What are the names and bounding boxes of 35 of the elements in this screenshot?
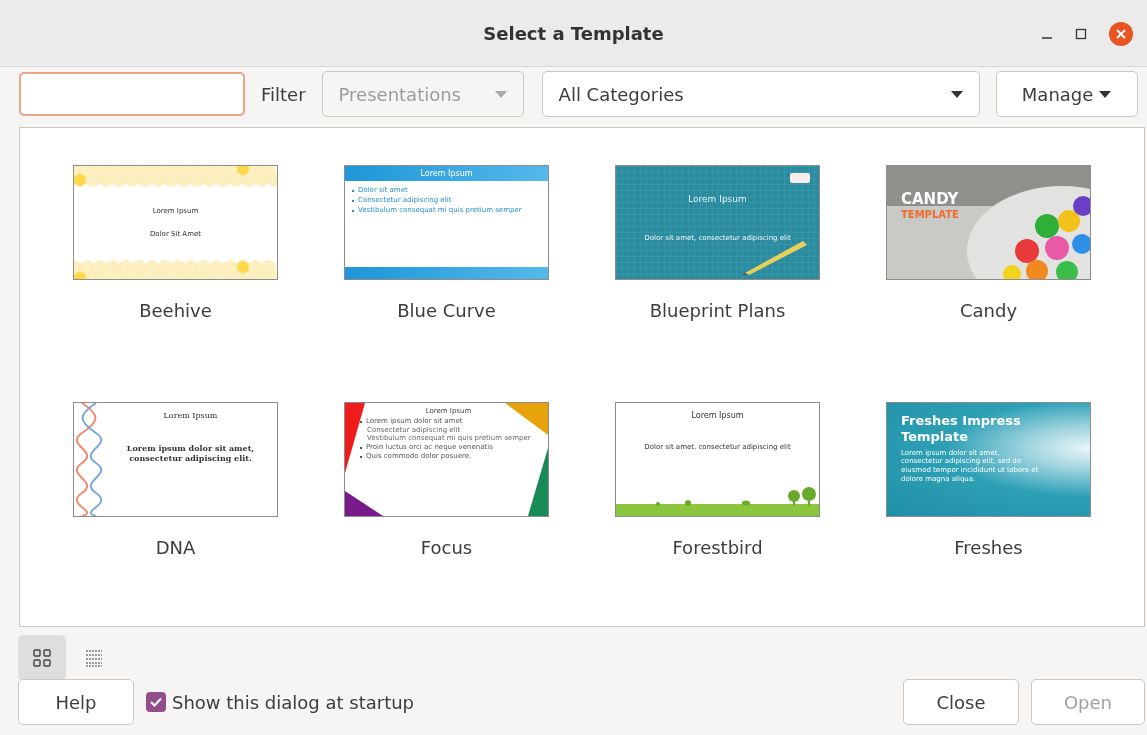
- slide-thumbnail[interactable]: Lorem Ipsum Lorem ipsum dolor sit amet, consectetur adipiscing elit.: [73, 402, 278, 517]
- list-view-icon: [85, 649, 103, 667]
- template-name: Candy: [959, 300, 1018, 321]
- template-name: Blue Curve: [397, 300, 496, 321]
- template-name: Blueprint Plans: [649, 300, 786, 321]
- template-name: Freshes: [954, 537, 1023, 558]
- slide-title: Lorem Ipsum: [691, 411, 744, 421]
- window-title: Select a Template: [483, 22, 664, 44]
- template-name: Beehive: [139, 300, 212, 321]
- checkbox[interactable]: [146, 692, 166, 712]
- filter-label: Filter: [261, 83, 306, 105]
- maximize-icon[interactable]: [1075, 28, 1087, 40]
- caret-icon: [1099, 90, 1112, 98]
- caret-icon: [950, 90, 963, 98]
- caret-icon: [494, 90, 507, 98]
- template-name: Focus: [420, 537, 473, 558]
- slide-title: Lorem Ipsum: [163, 411, 218, 421]
- check-icon: [150, 697, 162, 707]
- slide-title: Lorem Ipsum: [688, 194, 747, 206]
- template-name: Forestbird: [672, 537, 763, 558]
- template-name: DNA: [155, 537, 196, 558]
- slide-title: Freshes Impress Template: [901, 413, 1022, 446]
- eraser-drawing: [789, 172, 811, 184]
- close-button[interactable]: Close: [903, 679, 1019, 725]
- slide-title: Lorem Ipsum: [420, 168, 473, 179]
- slide-subtitle: TEMPLATE: [901, 208, 960, 222]
- grid-view-icon: [33, 649, 51, 667]
- help-button[interactable]: Help: [18, 679, 134, 725]
- category-dropdown[interactable]: All Categories: [541, 71, 980, 117]
- slide-title: CANDY: [901, 190, 960, 209]
- search-field[interactable]: [19, 72, 245, 116]
- view-toggle[interactable]: [18, 635, 66, 681]
- slide-text: Lorem ipsum dolor sit amet, consectetur adipiscing elit.: [125, 443, 256, 463]
- manage-button[interactable]: Manage: [995, 71, 1138, 117]
- close-icon[interactable]: [1109, 22, 1133, 46]
